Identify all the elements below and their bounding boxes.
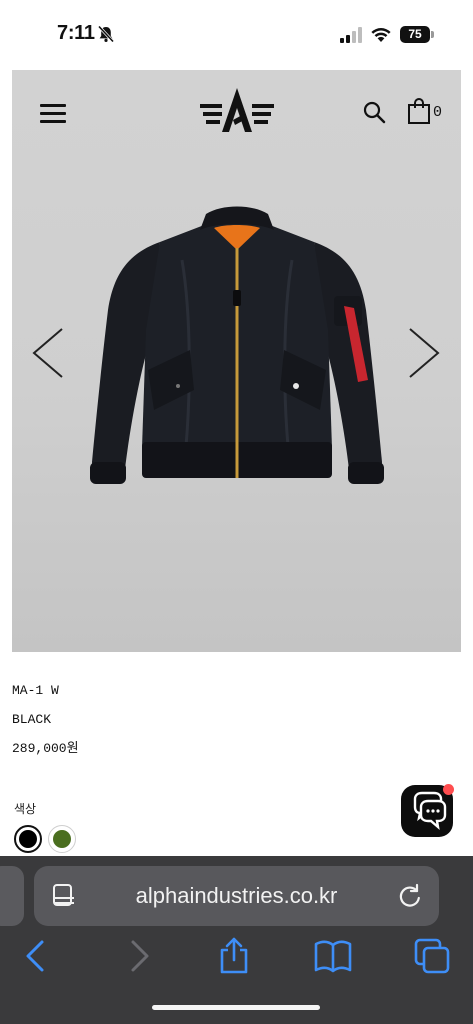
product-color-name: BLACK	[12, 712, 52, 727]
battery-indicator: 75	[400, 26, 434, 43]
browser-nav-row	[0, 936, 473, 978]
forward-icon[interactable]	[117, 936, 157, 976]
home-indicator	[152, 1005, 320, 1010]
back-icon[interactable]	[18, 936, 58, 976]
url-text[interactable]: alphaindustries.co.kr	[34, 866, 439, 926]
tabs-icon[interactable]	[412, 936, 452, 976]
status-bar: 7:11 75	[0, 0, 473, 70]
address-bar[interactable]: alphaindustries.co.kr	[34, 866, 439, 926]
color-label: 색상	[14, 802, 37, 816]
product-info: MA-1 W BLACK 289,000원	[12, 683, 79, 770]
product-name: MA-1 W	[12, 683, 59, 698]
search-icon[interactable]	[362, 100, 386, 124]
product-image-carousel[interactable]: 0	[12, 70, 461, 652]
shopping-bag-icon[interactable]	[407, 97, 431, 125]
previous-tab-preview[interactable]	[0, 866, 24, 926]
cellular-signal-icon	[340, 27, 362, 43]
next-image-arrow-icon[interactable]	[406, 325, 442, 381]
menu-icon[interactable]	[40, 104, 66, 124]
wifi-icon	[371, 28, 391, 42]
color-swatch-olive[interactable]	[48, 825, 76, 853]
product-image-jacket	[90, 206, 384, 484]
battery-tip	[431, 31, 434, 38]
reload-icon[interactable]	[397, 883, 423, 909]
chat-notification-badge	[443, 784, 454, 795]
browser-toolbar: alphaindustries.co.kr	[0, 856, 473, 1024]
share-icon[interactable]	[214, 936, 254, 976]
bell-off-icon	[97, 25, 115, 43]
previous-image-arrow-icon[interactable]	[30, 325, 66, 381]
battery-level: 75	[400, 26, 430, 43]
bookmarks-icon[interactable]	[313, 936, 353, 976]
color-swatch-black[interactable]	[14, 825, 42, 853]
alpha-industries-logo[interactable]	[200, 86, 274, 134]
cart-count[interactable]: 0	[433, 104, 442, 121]
status-time: 7:11	[57, 22, 95, 44]
product-price: 289,000원	[12, 741, 79, 756]
